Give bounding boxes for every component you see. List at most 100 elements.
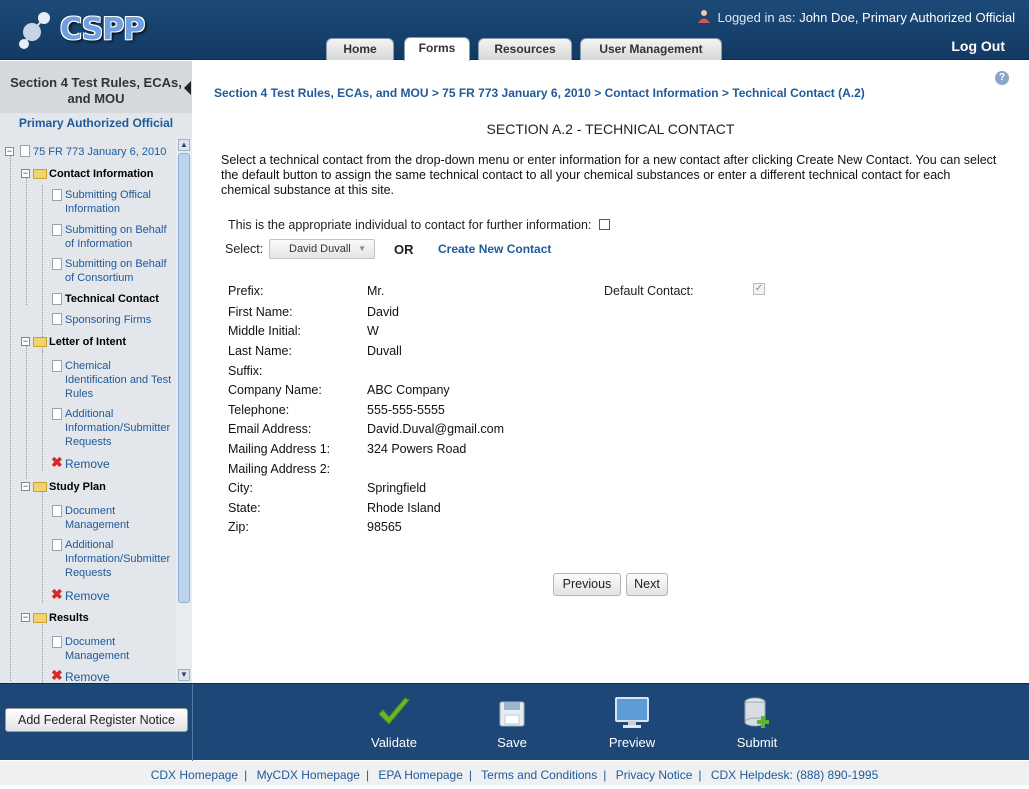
chevron-down-icon: ▼	[358, 244, 366, 253]
tree-scrollbar[interactable]: ▲ ▼	[176, 139, 192, 683]
collapse-arrow-icon[interactable]	[184, 81, 192, 95]
tree-item-contact-information[interactable]: Contact Information	[49, 167, 154, 181]
state-value: Rhode Island	[367, 501, 441, 515]
folder-icon	[33, 482, 47, 492]
document-icon	[52, 258, 62, 270]
logged-in-label: Logged in as:	[717, 10, 796, 25]
contact-select[interactable]: David Duvall ▼	[269, 239, 375, 259]
footer-link-helpdesk[interactable]: CDX Helpdesk: (888) 890-1995	[711, 768, 878, 782]
breadcrumb[interactable]: Section 4 Test Rules, ECAs, and MOU > 75…	[214, 86, 865, 100]
collapse-toggle-icon[interactable]: −	[21, 337, 30, 346]
tree-item-remove[interactable]: Remove	[65, 457, 110, 471]
help-icon[interactable]: ?	[995, 71, 1009, 85]
logo-text: CSPP	[60, 12, 145, 47]
footer-links: CDX Homepage | MyCDX Homepage | EPA Homepa…	[0, 761, 1029, 785]
submit-label: Submit	[736, 735, 778, 750]
scroll-thumb[interactable]	[178, 153, 190, 603]
scroll-up-icon[interactable]: ▲	[178, 139, 190, 151]
document-icon	[52, 505, 62, 517]
tree-item-technical-contact[interactable]: Technical Contact	[65, 292, 159, 306]
mailing-address-2-label: Mailing Address 2:	[228, 462, 331, 476]
footer-link-epa-homepage[interactable]: EPA Homepage	[378, 768, 463, 782]
user-icon	[697, 10, 710, 23]
tree-item-document-management-2[interactable]: Document Management	[65, 635, 129, 663]
appropriate-contact-checkbox[interactable]	[598, 219, 610, 230]
tree-item-letter-of-intent[interactable]: Letter of Intent	[49, 335, 126, 349]
last-name-value: Duvall	[367, 344, 402, 358]
footer-link-terms[interactable]: Terms and Conditions	[481, 768, 597, 782]
default-contact-checkbox[interactable]: ✓	[753, 283, 765, 295]
tree-item-additional-information[interactable]: Additional Information/Submitter Request…	[65, 407, 170, 449]
sidebar-title-line2: and MOU	[67, 91, 125, 106]
document-icon	[20, 145, 30, 157]
save-button[interactable]: Save	[472, 696, 552, 750]
sidebar-title-line1: Section 4 Test Rules, ECAs,	[10, 75, 182, 90]
zip-label: Zip:	[228, 520, 249, 534]
tree-item-submitting-official[interactable]: Submitting Offical Information	[65, 188, 151, 216]
sidebar: Section 4 Test Rules, ECAs, and MOU Prim…	[0, 61, 192, 683]
preview-button[interactable]: Preview	[592, 696, 672, 750]
tab-resources[interactable]: Resources	[478, 38, 572, 60]
footer-link-privacy[interactable]: Privacy Notice	[616, 768, 693, 782]
tab-home[interactable]: Home	[326, 38, 394, 60]
email-value: David.Duval@gmail.com	[367, 422, 505, 436]
or-label: OR	[394, 242, 414, 257]
document-icon	[52, 293, 62, 305]
previous-button[interactable]: Previous	[553, 573, 621, 596]
sidebar-title: Section 4 Test Rules, ECAs, and MOU	[0, 61, 192, 113]
mailing-address-1-value: 324 Powers Road	[367, 442, 467, 456]
document-icon	[52, 313, 62, 325]
default-contact-label: Default Contact:	[604, 284, 694, 298]
submit-button[interactable]: Submit	[717, 696, 797, 750]
save-disk-icon	[499, 701, 525, 727]
prefix-label: Prefix:	[228, 284, 264, 298]
tree-item-behalf-of-information[interactable]: Submitting on Behalf of Information	[65, 223, 167, 251]
tree-item-results[interactable]: Results	[49, 611, 89, 625]
molecule-icon	[19, 12, 50, 49]
collapse-toggle-icon[interactable]: −	[21, 169, 30, 178]
folder-icon	[33, 613, 47, 623]
app-header: CSPP Logged in as: John Doe, Primary Aut…	[0, 0, 1029, 61]
company-label: Company Name:	[228, 383, 322, 397]
tree-item-additional-information-2[interactable]: Additional Information/Submitter Request…	[65, 538, 170, 580]
tab-forms[interactable]: Forms	[404, 37, 470, 61]
collapse-toggle-icon[interactable]: −	[21, 613, 30, 622]
validate-button[interactable]: Validate	[354, 696, 434, 750]
email-label: Email Address:	[228, 422, 312, 436]
page-title: SECTION A.2 - TECHNICAL CONTACT	[486, 121, 735, 137]
document-icon	[52, 224, 62, 236]
collapse-toggle-icon[interactable]: −	[21, 482, 30, 491]
logout-link[interactable]: Log Out	[951, 38, 1005, 54]
create-new-contact-link[interactable]: Create New Contact	[438, 242, 551, 256]
database-add-icon	[744, 697, 769, 728]
add-federal-register-notice-button[interactable]: Add Federal Register Notice	[5, 708, 188, 732]
tree-item-chemical-identification[interactable]: Chemical Identification and Test Rules	[65, 359, 171, 401]
next-button[interactable]: Next	[626, 573, 668, 596]
state-label: State:	[228, 501, 261, 515]
action-toolbar: Add Federal Register Notice Validate Sav…	[0, 683, 1029, 761]
footer-link-mycdx-homepage[interactable]: MyCDX Homepage	[257, 768, 360, 782]
mailing-address-1-label: Mailing Address 1:	[228, 442, 331, 456]
city-value: Springfield	[367, 481, 427, 495]
tree-item-sponsoring-firms[interactable]: Sponsoring Firms	[65, 313, 151, 327]
tree-item-root[interactable]: 75 FR 773 January 6, 2010	[33, 145, 166, 159]
select-label: Select:	[225, 242, 264, 256]
tree-item-behalf-of-consortium[interactable]: Submitting on Behalf of Consortium	[65, 257, 167, 285]
tab-user-management[interactable]: User Management	[580, 38, 722, 60]
tree-item-remove-3[interactable]: Remove	[65, 670, 110, 683]
collapse-toggle-icon[interactable]: −	[5, 147, 14, 156]
footer-link-cdx-homepage[interactable]: CDX Homepage	[151, 768, 238, 782]
sidebar-role: Primary Authorized Official	[18, 116, 174, 130]
validate-label: Validate	[370, 735, 417, 750]
toolbar-left: Add Federal Register Notice	[0, 684, 193, 761]
preview-label: Preview	[608, 735, 656, 750]
save-label: Save	[497, 735, 527, 750]
remove-icon: ✖	[51, 586, 63, 602]
folder-icon	[33, 169, 47, 179]
tree-item-study-plan[interactable]: Study Plan	[49, 480, 106, 494]
tree-item-document-management[interactable]: Document Management	[65, 504, 129, 532]
cspp-logo[interactable]: CSPP	[14, 8, 154, 52]
scroll-down-icon[interactable]: ▼	[178, 669, 190, 681]
remove-icon: ✖	[51, 454, 63, 470]
tree-item-remove-2[interactable]: Remove	[65, 589, 110, 603]
